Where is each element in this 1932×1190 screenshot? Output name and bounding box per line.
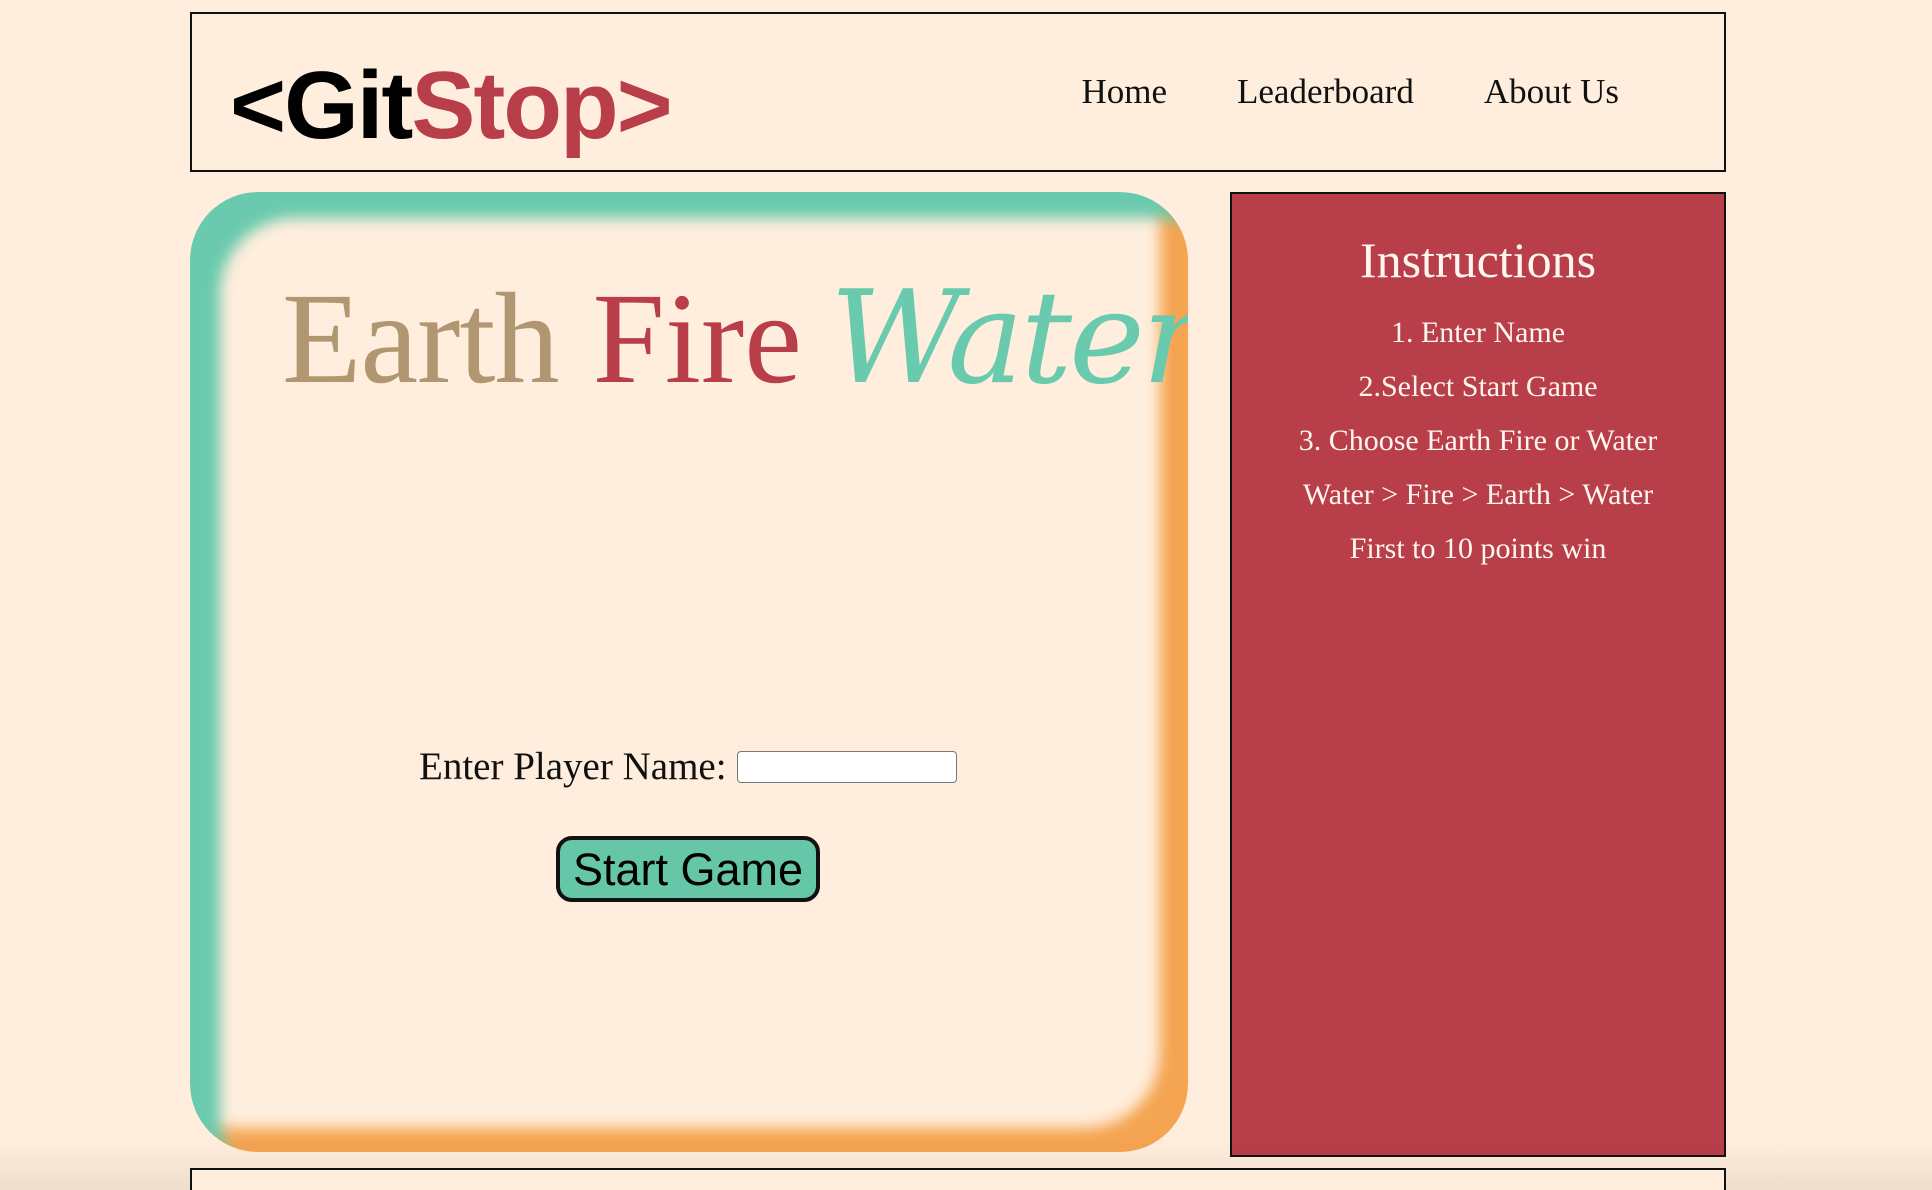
site-header: <GitStop> Home Leaderboard About Us	[190, 12, 1726, 172]
instruction-list: 1. Enter Name 2.Select Start Game 3. Cho…	[1232, 306, 1724, 576]
footer-container	[190, 1168, 1726, 1190]
player-name-input[interactable]	[736, 750, 957, 783]
player-name-label: Enter Player Name:	[419, 745, 727, 788]
earth-title: Earth	[282, 267, 560, 411]
game-card: Earth Fire Water Enter Player Name: Start …	[190, 192, 1188, 1152]
instructions-panel: Instructions 1. Enter Name 2.Select Star…	[1230, 192, 1726, 1157]
logo-stop-text: Stop	[411, 52, 618, 159]
water-title: Water	[829, 264, 1188, 413]
game-title: Earth Fire Water	[282, 274, 1188, 404]
game-page: <GitStop> Home Leaderboard About Us Eart…	[0, 0, 1932, 1190]
logo-left-bracket: <	[230, 52, 286, 159]
main-navigation: Home Leaderboard About Us	[1081, 74, 1619, 109]
player-name-row: Enter Player Name:	[419, 744, 957, 789]
logo-git-text: Git	[284, 52, 413, 159]
nav-leaderboard-link[interactable]: Leaderboard	[1237, 74, 1414, 109]
instructions-title: Instructions	[1359, 232, 1597, 288]
nav-about-us-link[interactable]: About Us	[1484, 74, 1619, 109]
start-game-button[interactable]: Start Game	[556, 836, 820, 902]
instruction-element-order: Water > Fire > Earth > Water	[1302, 478, 1654, 511]
instruction-win-condition: First to 10 points win	[1349, 532, 1607, 565]
gitstop-logo[interactable]: <GitStop>	[230, 58, 673, 154]
instruction-select-start: 2.Select Start Game	[1358, 370, 1598, 403]
instruction-enter-name: 1. Enter Name	[1390, 316, 1566, 349]
fire-title: Fire	[592, 267, 802, 411]
instruction-choose-element: 3. Choose Earth Fire or Water	[1298, 424, 1658, 457]
nav-home-link[interactable]: Home	[1081, 74, 1167, 109]
logo-right-bracket: >	[616, 52, 673, 159]
